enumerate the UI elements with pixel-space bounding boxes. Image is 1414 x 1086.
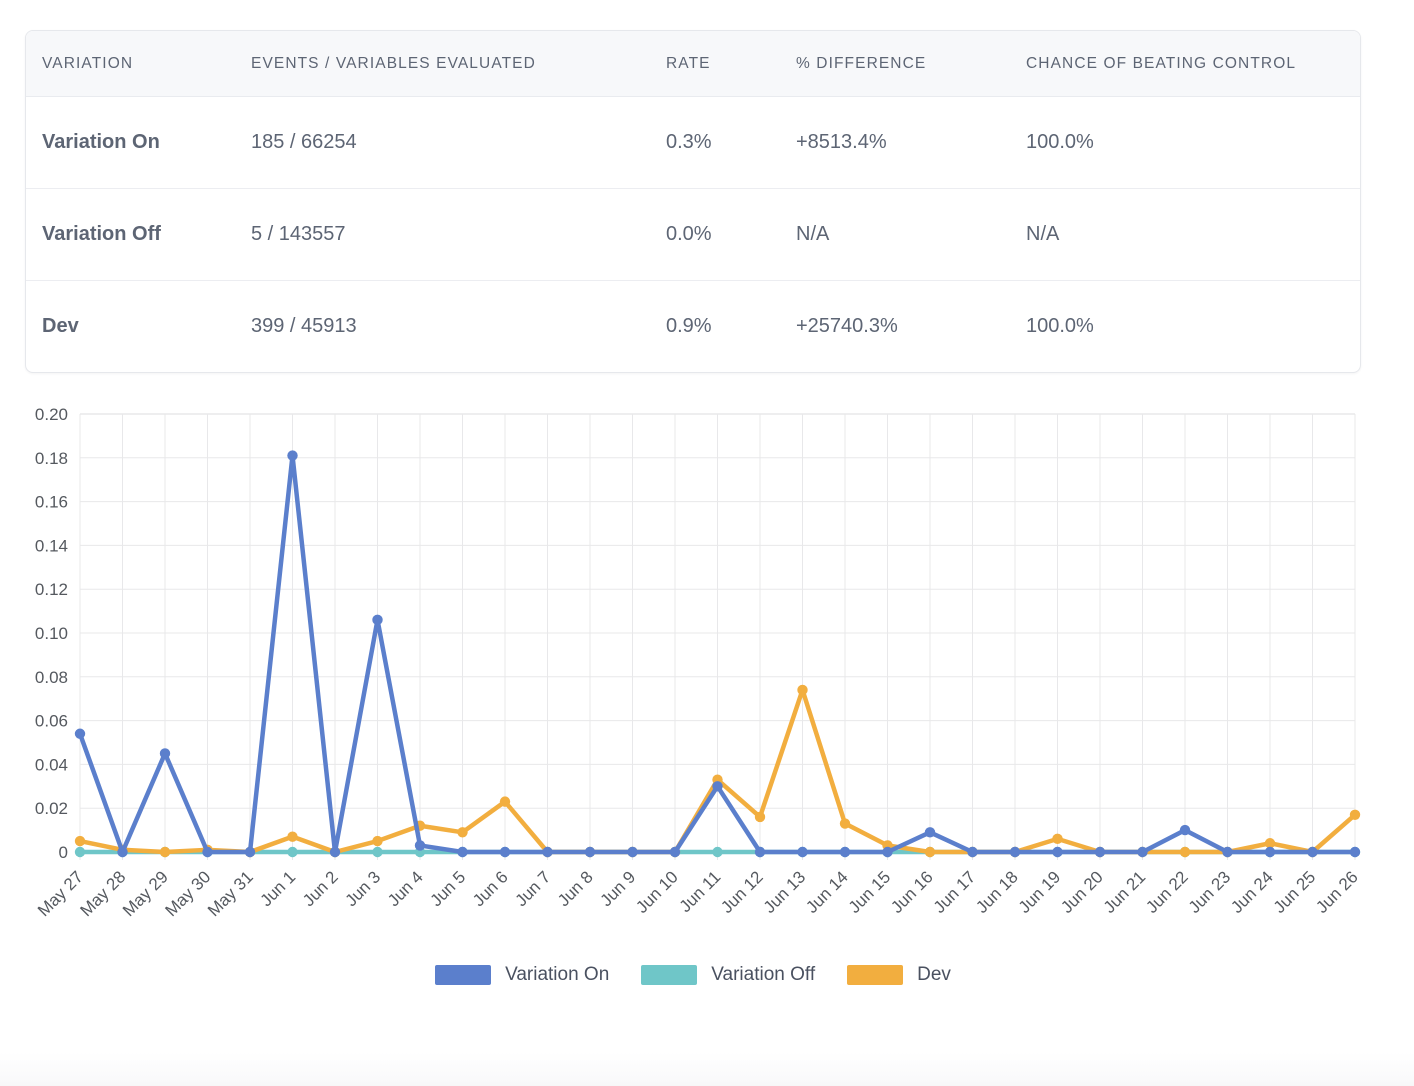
x-axis-tick-label: May 27 — [34, 867, 87, 920]
y-axis-tick-label: 0.16 — [35, 493, 68, 512]
cell-rate: 0.0% — [666, 188, 796, 281]
legend-item-variation-off[interactable]: Variation Off — [641, 964, 815, 986]
y-axis-tick-label: 0.08 — [35, 668, 68, 687]
cell-chance: 100.0% — [1026, 96, 1360, 189]
x-axis-tick-label: Jun 17 — [930, 867, 980, 917]
x-axis-tick-label: Jun 14 — [802, 867, 852, 917]
y-axis-tick-label: 0.04 — [35, 755, 68, 774]
x-axis-tick-label: Jun 4 — [384, 867, 427, 910]
x-axis-tick-label: Jun 25 — [1270, 867, 1320, 917]
x-axis-tick-label: Jun 11 — [676, 867, 725, 916]
cell-difference: +8513.4% — [796, 96, 1026, 189]
y-axis-tick-label: 0.10 — [35, 624, 68, 643]
y-axis-tick-label: 0.20 — [35, 405, 68, 424]
table-header-row: VARIATION EVENTS / VARIABLES EVALUATED R… — [26, 31, 1360, 97]
legend-swatch-dev — [847, 965, 904, 985]
y-axis-tick-label: 0.02 — [35, 799, 68, 818]
x-axis-tick-label: Jun 19 — [1015, 867, 1065, 917]
x-axis-tick-label: Jun 13 — [760, 867, 810, 917]
table-row: Variation On 185 / 66254 0.3% +8513.4% 1… — [26, 96, 1360, 189]
timeseries-chart-card: 0 0.02 0.04 0.06 0.08 0.10 0.12 0.14 0.16 0.18 0.2… — [25, 392, 1361, 1032]
cell-variation: Variation On — [26, 96, 251, 189]
x-axis-tick-label: Jun 18 — [972, 867, 1022, 917]
timeseries-line-chart: 0 0.02 0.04 0.06 0.08 0.10 0.12 0.14 0.16 0.18 0.2… — [34, 405, 1361, 920]
legend-label-variation-on: Variation On — [505, 964, 610, 985]
cell-rate: 0.3% — [666, 96, 796, 189]
chart-plot-area: 0 0.02 0.04 0.06 0.08 0.10 0.12 0.14 0.16 0.18 0.2… — [25, 392, 1361, 952]
x-axis-tick-label: Jun 8 — [554, 867, 597, 910]
x-axis-tick-label: Jun 22 — [1142, 867, 1192, 917]
results-table-body: Variation On 185 / 66254 0.3% +8513.4% 1… — [26, 96, 1360, 373]
column-header-events: EVENTS / VARIABLES EVALUATED — [251, 31, 666, 97]
column-header-difference: % DIFFERENCE — [796, 31, 1026, 97]
column-header-chance: CHANCE OF BEATING CONTROL — [1026, 31, 1360, 97]
y-axis-tick-label: 0.14 — [35, 536, 68, 555]
cell-events: 185 / 66254 — [251, 96, 666, 189]
cell-difference: +25740.3% — [796, 315, 898, 337]
legend-label-dev: Dev — [917, 964, 951, 985]
x-axis-tick-label: Jun 21 — [1100, 867, 1150, 917]
legend-swatch-variation-off — [641, 965, 698, 985]
cell-rate: 0.9% — [666, 315, 712, 337]
x-axis-tick-label: Jun 26 — [1312, 867, 1361, 917]
x-axis-tick-label: Jun 7 — [511, 867, 554, 910]
x-axis-tick-label: Jun 10 — [632, 867, 682, 917]
x-axis-tick-label: Jun 16 — [887, 867, 937, 917]
cell-events: 5 / 143557 — [251, 188, 666, 281]
table-row: Dev 399 / 45913 0.9% +25740.3% 100.0% — [26, 281, 1360, 373]
column-header-rate: RATE — [666, 31, 796, 97]
y-axis-tick-label: 0.06 — [35, 712, 68, 731]
cell-chance: N/A — [1026, 188, 1360, 281]
x-axis-tick-label: May 30 — [161, 867, 214, 920]
x-axis-tick-label: Jun 3 — [341, 867, 384, 910]
chart-legend: Variation On Variation Off Dev — [25, 964, 1361, 986]
page-bottom-fade — [0, 1052, 1414, 1086]
experiment-results-page: VARIATION EVENTS / VARIABLES EVALUATED R… — [0, 0, 1414, 1086]
legend-item-variation-on[interactable]: Variation On — [435, 964, 609, 986]
y-axis-tick-label: 0.18 — [35, 449, 68, 468]
x-axis-tick-label: May 31 — [204, 867, 257, 920]
cell-variation: Variation Off — [26, 188, 251, 281]
results-table-card: VARIATION EVENTS / VARIABLES EVALUATED R… — [25, 30, 1361, 373]
results-table: VARIATION EVENTS / VARIABLES EVALUATED R… — [26, 31, 1360, 372]
x-axis-tick-label: Jun 20 — [1057, 867, 1107, 917]
x-axis-tick-label: May 29 — [119, 867, 172, 920]
cell-chance: 100.0% — [1026, 315, 1094, 337]
y-axis-tick-label: 0 — [59, 843, 68, 862]
y-axis-tick-label: 0.12 — [35, 580, 68, 599]
x-axis-tick-label: Jun 12 — [717, 867, 767, 917]
cell-difference: N/A — [796, 188, 1026, 281]
x-axis-tick-label: Jun 23 — [1185, 867, 1235, 917]
table-row: Variation Off 5 / 143557 0.0% N/A N/A — [26, 188, 1360, 281]
x-axis-tick-label: Jun 1 — [256, 867, 299, 910]
cell-variation: Dev — [42, 315, 79, 337]
legend-item-dev[interactable]: Dev — [847, 964, 951, 986]
x-axis-tick-label: Jun 15 — [845, 867, 895, 917]
x-axis-tick-label: Jun 6 — [469, 867, 512, 910]
cell-events: 399 / 45913 — [251, 315, 357, 337]
results-table-head: VARIATION EVENTS / VARIABLES EVALUATED R… — [26, 31, 1360, 97]
x-axis-tick-label: Jun 24 — [1227, 867, 1277, 917]
legend-swatch-variation-on — [435, 965, 492, 985]
x-axis-tick-label: Jun 5 — [426, 867, 469, 910]
x-axis-tick-label: Jun 2 — [299, 867, 342, 910]
column-header-variation: VARIATION — [26, 31, 251, 97]
x-axis-tick-label: May 28 — [76, 867, 129, 920]
legend-label-variation-off: Variation Off — [711, 964, 816, 985]
